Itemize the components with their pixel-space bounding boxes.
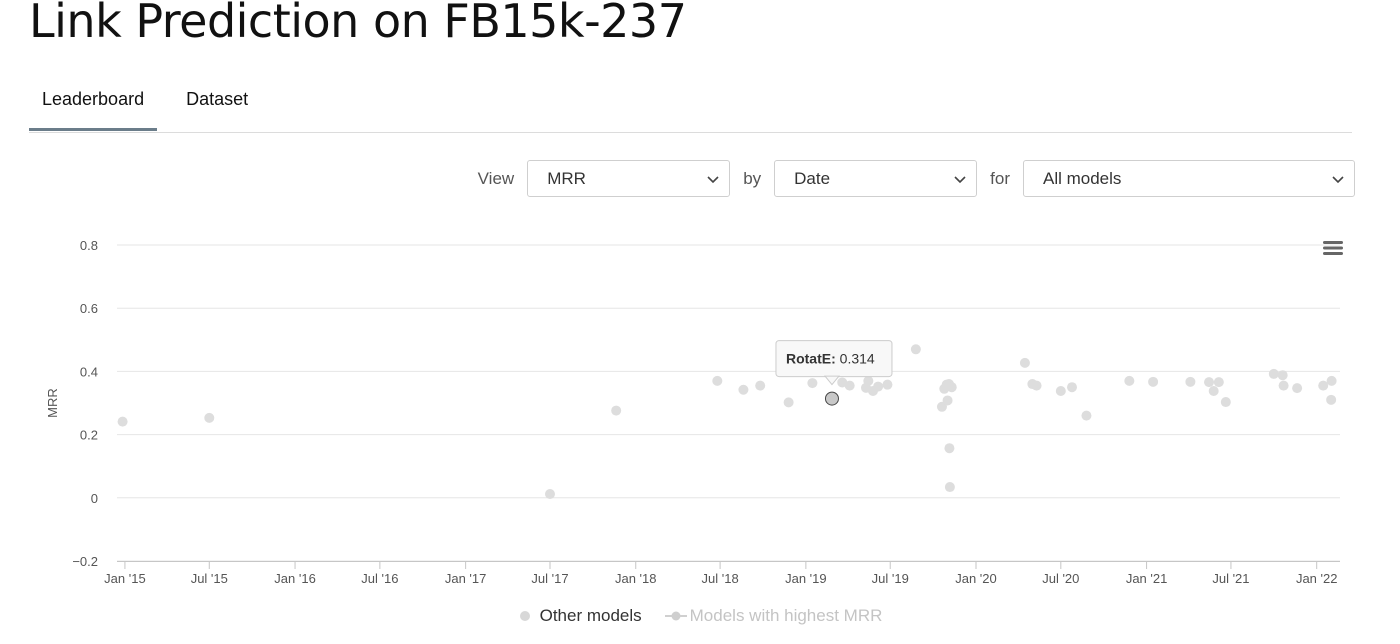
data-point [117, 416, 128, 427]
data-point [873, 381, 884, 392]
metric-select[interactable]: MRR [527, 160, 731, 197]
y-tick-label: 0.6 [80, 301, 98, 316]
data-point [1208, 385, 1219, 396]
chart-legend: Other models Models with highest MRR [0, 606, 1400, 626]
y-axis-ticks: −0.2 0 0.2 0.4 0.6 0.8 [72, 238, 98, 569]
highlighted-point [824, 391, 839, 406]
y-tick-label: 0.2 [80, 428, 98, 443]
tooltip-pointer [823, 375, 841, 386]
view-label: View [477, 168, 515, 188]
x-tick-label: Jan '20 [955, 571, 997, 586]
data-point [910, 344, 921, 355]
data-point [738, 384, 749, 395]
data-point [1213, 377, 1224, 388]
tooltip-model: RotatE [786, 351, 831, 367]
y-tick-label: 0 [91, 491, 98, 506]
tab-dataset[interactable]: Dataset [173, 72, 261, 131]
data-point [1067, 382, 1078, 393]
y-axis-label: MRR [45, 388, 60, 418]
data-point [944, 482, 955, 493]
legend-item-highest-mrr[interactable]: Models with highest MRR [664, 606, 883, 626]
data-point [1031, 380, 1042, 391]
y-tick-label: −0.2 [72, 554, 98, 569]
x-tick-label: Jan '17 [445, 571, 487, 586]
data-point [1278, 380, 1289, 391]
data-point [1326, 394, 1337, 405]
legend-label-highest-mrr: Models with highest MRR [689, 606, 883, 625]
data-point [1277, 370, 1288, 381]
x-axis: Jan '15 Jul '15 Jan '16 Jul '16 Jan '17 Jul '… [104, 561, 1340, 586]
tooltip: RotatE: 0.314 [775, 340, 893, 386]
data-point [755, 380, 766, 391]
x-tick-label: Jul '18 [702, 571, 739, 586]
x-tick-label: Jul '20 [1042, 571, 1079, 586]
data-point [1204, 377, 1215, 388]
data-point [544, 489, 555, 500]
x-tick-label: Jul '19 [872, 571, 909, 586]
x-tick-label: Jul '17 [531, 571, 568, 586]
data-point [1081, 410, 1092, 421]
x-tick-label: Jan '16 [274, 571, 316, 586]
chevron-down-icon [1332, 175, 1344, 183]
legend-label-other-models: Other models [539, 606, 642, 625]
chevron-down-icon [954, 175, 966, 183]
data-point [1148, 376, 1159, 387]
data-point [844, 380, 855, 391]
data-point [807, 378, 818, 389]
data-point [946, 382, 957, 393]
models-select[interactable]: All models [1023, 160, 1355, 197]
by-label: by [743, 168, 762, 188]
legend-item-other-models[interactable]: Other models [518, 606, 642, 626]
for-label: for [990, 168, 1010, 188]
x-tick-label: Jul '21 [1212, 571, 1249, 586]
x-tick-label: Jul '15 [191, 571, 228, 586]
legend-dot-icon [519, 611, 530, 621]
data-point [1292, 383, 1303, 394]
tab-leaderboard[interactable]: Leaderboard [29, 72, 158, 131]
data-point [1185, 376, 1196, 387]
grid-lines [117, 244, 1340, 562]
scatter-chart: −0.200.20.40.60.8 Jan '15 Jul '15 Jan '16 J… [45, 238, 1343, 586]
data-point [1019, 357, 1030, 368]
y-tick-label: 0.4 [80, 364, 98, 379]
x-tick-label: Jan '19 [785, 571, 827, 586]
x-tick-label: Jan '18 [615, 571, 657, 586]
data-point [863, 375, 874, 386]
tooltip-value: 0.314 [840, 351, 875, 367]
metric-select-value: MRR [547, 168, 586, 188]
data-point [944, 443, 955, 454]
data-point [1124, 375, 1135, 386]
data-point [204, 412, 215, 423]
xaxis-select[interactable]: Date [774, 160, 978, 197]
x-tick-label: Jan '22 [1296, 571, 1338, 586]
data-point [882, 379, 893, 390]
data-point [1055, 385, 1066, 396]
page-title: Link Prediction on FB15k-237 [29, 0, 687, 48]
tooltip-sep: : [831, 351, 840, 367]
data-point [1326, 375, 1337, 386]
tooltip-text: RotatE: 0.314 [786, 351, 875, 367]
data-point [1268, 368, 1279, 379]
hamburger-menu-icon[interactable] [1323, 241, 1343, 255]
legend-line-dot-icon [664, 611, 687, 621]
xaxis-select-value: Date [794, 168, 831, 188]
chevron-down-icon [707, 175, 719, 183]
x-tick-label: Jan '21 [1126, 571, 1168, 586]
data-point [1220, 397, 1231, 408]
y-tick-label: 0.8 [80, 238, 98, 253]
x-tick-label: Jan '15 [104, 571, 146, 586]
data-point [611, 405, 622, 416]
chart-controls: View MRR by Date for All models [465, 159, 1355, 198]
x-tick-label: Jul '16 [361, 571, 398, 586]
tab-bar: Leaderboard Dataset [29, 72, 1352, 133]
data-points [117, 344, 1337, 500]
data-point [712, 375, 723, 386]
data-point [783, 397, 794, 408]
models-select-value: All models [1043, 168, 1122, 188]
data-point [1318, 380, 1329, 391]
data-point [942, 395, 953, 406]
